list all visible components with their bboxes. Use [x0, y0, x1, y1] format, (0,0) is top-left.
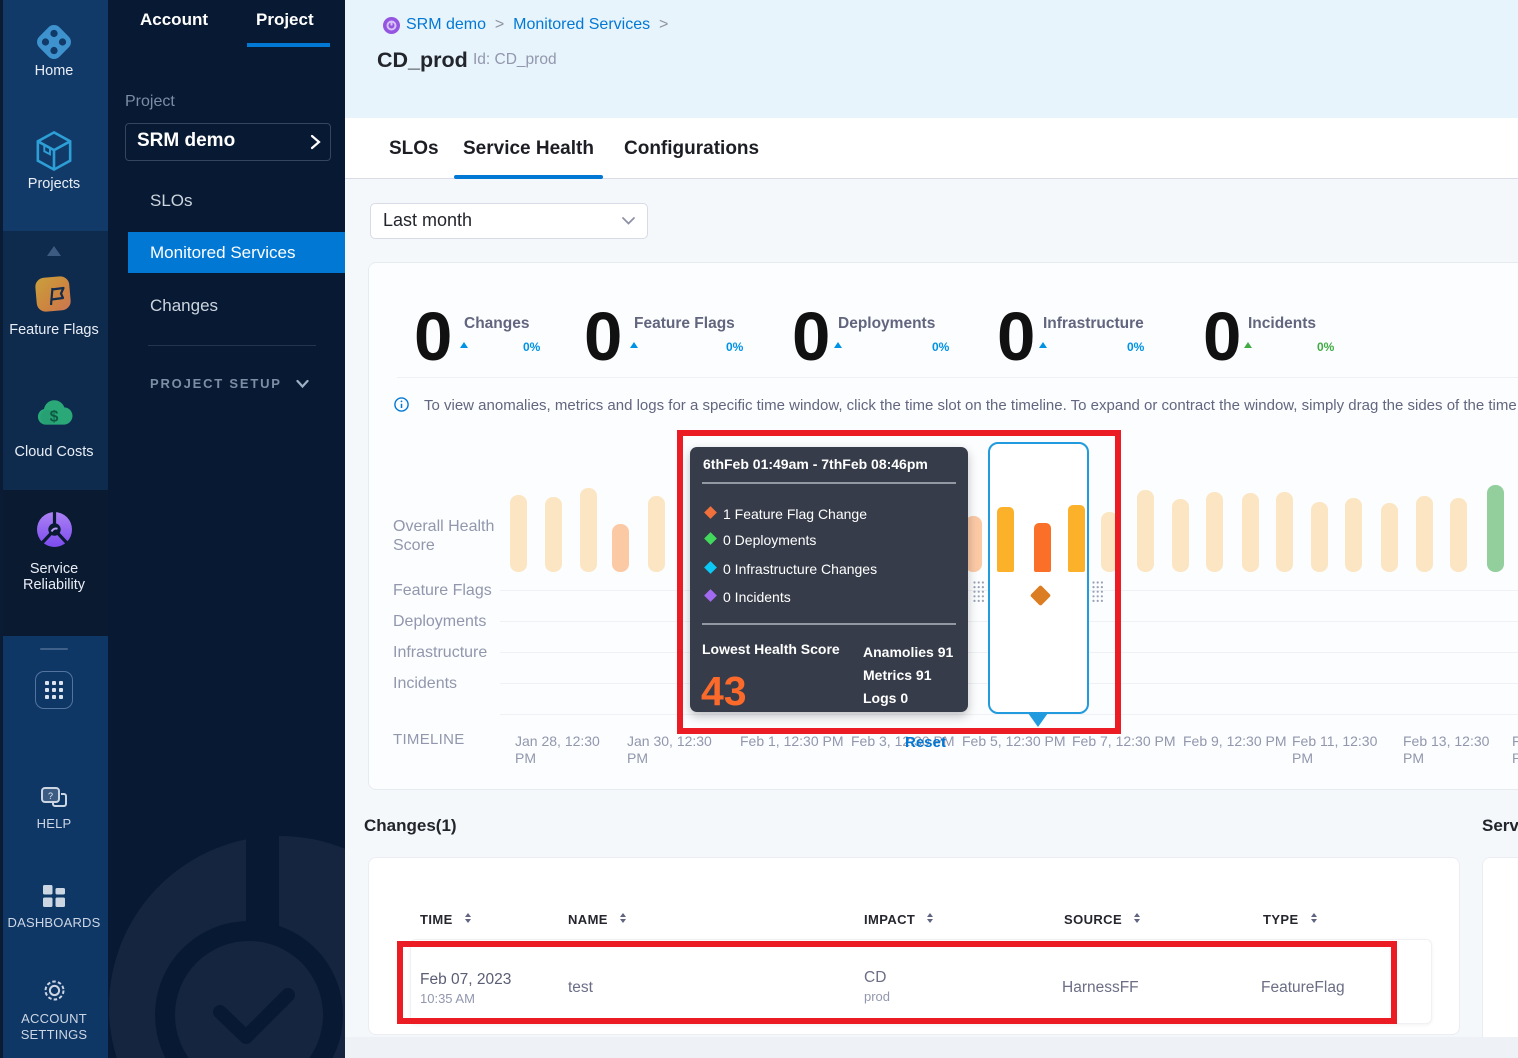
- svg-text:$: $: [50, 408, 59, 425]
- svg-text:?: ?: [48, 791, 53, 801]
